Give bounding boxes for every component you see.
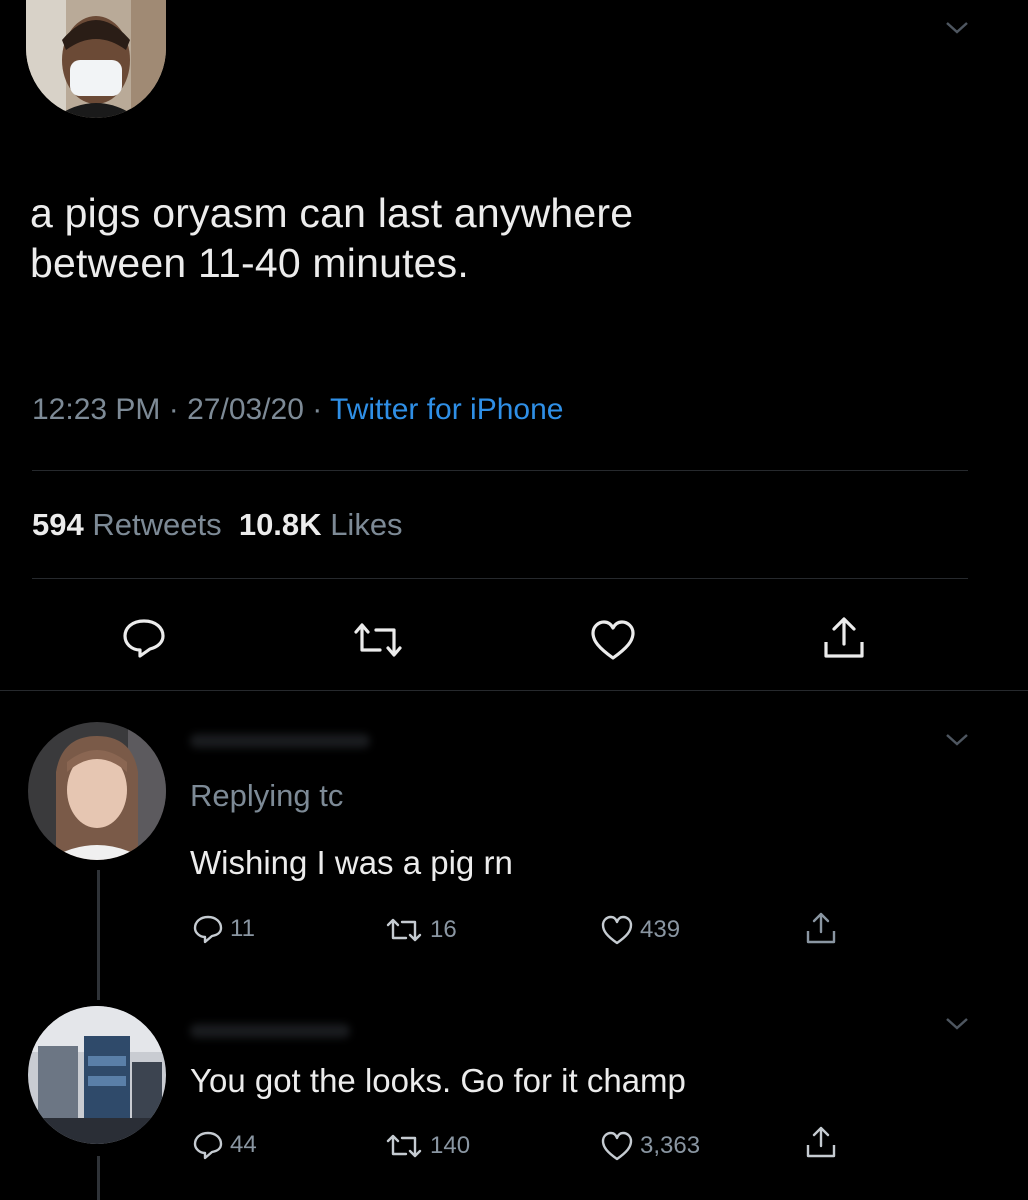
- share-icon: [824, 617, 864, 658]
- retweet-count: 16: [430, 916, 457, 943]
- share-button[interactable]: [804, 1124, 838, 1160]
- divider: [0, 690, 1028, 691]
- reply-author-name[interactable]: [190, 1024, 350, 1038]
- reply-button[interactable]: [120, 616, 168, 660]
- tweet-stats: 594 Retweets 10.8K Likes: [32, 507, 403, 543]
- chevron-down-icon[interactable]: [944, 20, 970, 36]
- retweet-icon: [386, 1134, 422, 1158]
- thread-line: [97, 870, 100, 1000]
- share-button[interactable]: [820, 614, 868, 662]
- reply-text: You got the looks. Go for it champ: [190, 1062, 686, 1099]
- author-avatar[interactable]: [26, 0, 166, 118]
- tweet-detail-screen: a pigs oryasm can last anywhere between …: [0, 0, 1028, 1200]
- like-icon: [591, 620, 635, 660]
- like-button[interactable]: [589, 618, 637, 662]
- thread-line: [97, 1156, 100, 1200]
- share-icon: [806, 912, 836, 944]
- reply-icon: [193, 1131, 223, 1160]
- divider: [32, 470, 968, 471]
- chevron-down-icon[interactable]: [944, 1016, 970, 1032]
- retweets-count[interactable]: 594: [32, 507, 84, 542]
- reply-icon: [123, 619, 165, 658]
- reply-button[interactable]: 11: [192, 914, 255, 944]
- reply-count: 44: [230, 1131, 257, 1158]
- replying-to-label: Replying tc: [190, 778, 344, 813]
- likes-label[interactable]: Likes: [330, 507, 402, 542]
- reply-count: 11: [230, 915, 255, 942]
- tweet-source-link[interactable]: Twitter for iPhone: [330, 393, 563, 426]
- reply-avatar[interactable]: [28, 722, 166, 860]
- tweet-time: 12:23 PM: [32, 393, 161, 426]
- tweet-meta: 12:23 PM · 27/03/20 · Twitter for iPhone: [32, 393, 563, 427]
- like-count: 439: [640, 916, 681, 943]
- like-icon: [601, 915, 633, 945]
- divider: [32, 578, 968, 579]
- like-count: 3,363: [640, 1132, 701, 1159]
- reply-button[interactable]: 44: [192, 1130, 257, 1160]
- like-button[interactable]: 3,363: [600, 1130, 700, 1162]
- retweets-label[interactable]: Retweets: [92, 507, 221, 542]
- chevron-down-icon[interactable]: [944, 732, 970, 748]
- tweet-text-line-1: a pigs oryasm can last anywhere: [30, 190, 634, 236]
- reply-icon: [193, 915, 223, 944]
- like-button[interactable]: 439: [600, 914, 680, 946]
- tweet-text-line-2: between 11-40 minutes.: [30, 240, 469, 286]
- retweet-icon: [386, 918, 422, 942]
- reply-text: Wishing I was a pig rn: [190, 844, 513, 881]
- retweet-icon: [354, 623, 402, 657]
- share-icon: [806, 1126, 836, 1158]
- retweet-button[interactable]: [350, 620, 406, 660]
- share-button[interactable]: [804, 910, 838, 946]
- likes-count[interactable]: 10.8K: [239, 507, 322, 542]
- retweet-button[interactable]: 140: [384, 1132, 470, 1160]
- reply-avatar[interactable]: [28, 1006, 166, 1144]
- retweet-button[interactable]: 16: [384, 916, 457, 944]
- meta-separator: ·: [168, 393, 179, 426]
- tweet-text: a pigs oryasm can last anywhere between …: [30, 188, 930, 288]
- like-icon: [601, 1131, 633, 1161]
- retweet-count: 140: [430, 1132, 471, 1159]
- tweet-date: 27/03/20: [187, 393, 304, 426]
- meta-separator: ·: [312, 393, 323, 426]
- reply-author-name[interactable]: [190, 734, 370, 748]
